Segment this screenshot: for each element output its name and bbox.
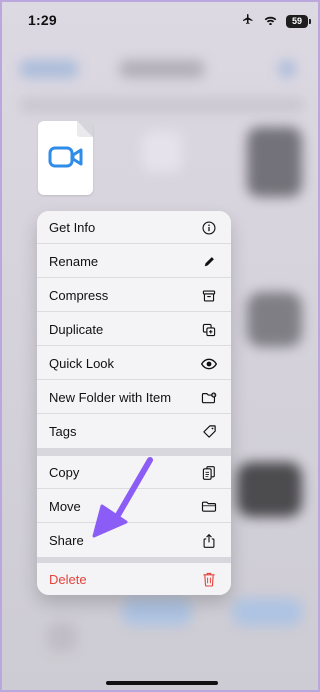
share-icon <box>201 533 217 549</box>
menu-item-label: Compress <box>49 288 109 303</box>
menu-item-new-folder-with-item[interactable]: New Folder with Item <box>37 381 231 414</box>
home-indicator <box>106 681 218 685</box>
background-thumbnail <box>237 462 302 517</box>
folder-icon <box>201 499 217 515</box>
menu-item-tags[interactable]: Tags <box>37 415 231 448</box>
video-camera-icon <box>48 146 83 168</box>
menu-item-delete[interactable]: Delete <box>37 563 231 595</box>
file-fold-corner <box>77 121 93 137</box>
folder-badge-icon <box>201 390 217 406</box>
background-toolbar <box>20 98 304 112</box>
battery-indicator: 59 <box>286 14 311 28</box>
background-tab <box>47 622 77 652</box>
pencil-icon <box>201 254 217 270</box>
menu-item-compress[interactable]: Compress <box>37 279 231 312</box>
background-thumbnail <box>142 132 182 172</box>
menu-item-quick-look[interactable]: Quick Look <box>37 347 231 380</box>
menu-item-label: Tags <box>49 424 77 439</box>
background-tab <box>232 598 302 626</box>
file-preview <box>38 121 93 195</box>
background-thumbnail <box>247 127 302 197</box>
menu-item-label: Copy <box>49 465 80 480</box>
info-circle-icon <box>201 220 217 236</box>
menu-item-duplicate[interactable]: Duplicate <box>37 313 231 346</box>
menu-item-label: Move <box>49 499 81 514</box>
tag-icon <box>201 424 217 440</box>
background-thumbnail <box>247 292 302 347</box>
menu-item-label: Quick Look <box>49 356 115 371</box>
background-tab <box>122 598 192 626</box>
annotation-arrow <box>92 457 153 538</box>
background-nav-button <box>20 60 78 78</box>
trash-icon <box>201 571 217 587</box>
archive-box-icon <box>201 288 217 304</box>
copy-doc-icon <box>201 465 217 481</box>
menu-item-label: Rename <box>49 254 99 269</box>
menu-item-label: Duplicate <box>49 322 104 337</box>
status-bar: 1:29 59 <box>2 2 318 38</box>
wifi-icon <box>263 12 278 30</box>
menu-item-label: New Folder with Item <box>49 390 172 405</box>
menu-item-label: Share <box>49 533 84 548</box>
duplicate-icon <box>201 322 217 338</box>
status-time: 1:29 <box>28 12 57 28</box>
airplane-mode-icon <box>241 12 255 30</box>
background-title <box>120 60 204 78</box>
menu-item-rename[interactable]: Rename <box>37 245 231 278</box>
menu-item-label: Delete <box>49 571 87 587</box>
status-icons: 59 <box>241 12 311 30</box>
menu-item-label: Get Info <box>49 220 96 235</box>
menu-item-get-info[interactable]: Get Info <box>37 211 231 244</box>
screen: 1:29 59 Get Info Rename Compress Duplica… <box>0 0 320 692</box>
eye-icon <box>201 356 217 372</box>
background-add-icon <box>278 60 296 78</box>
